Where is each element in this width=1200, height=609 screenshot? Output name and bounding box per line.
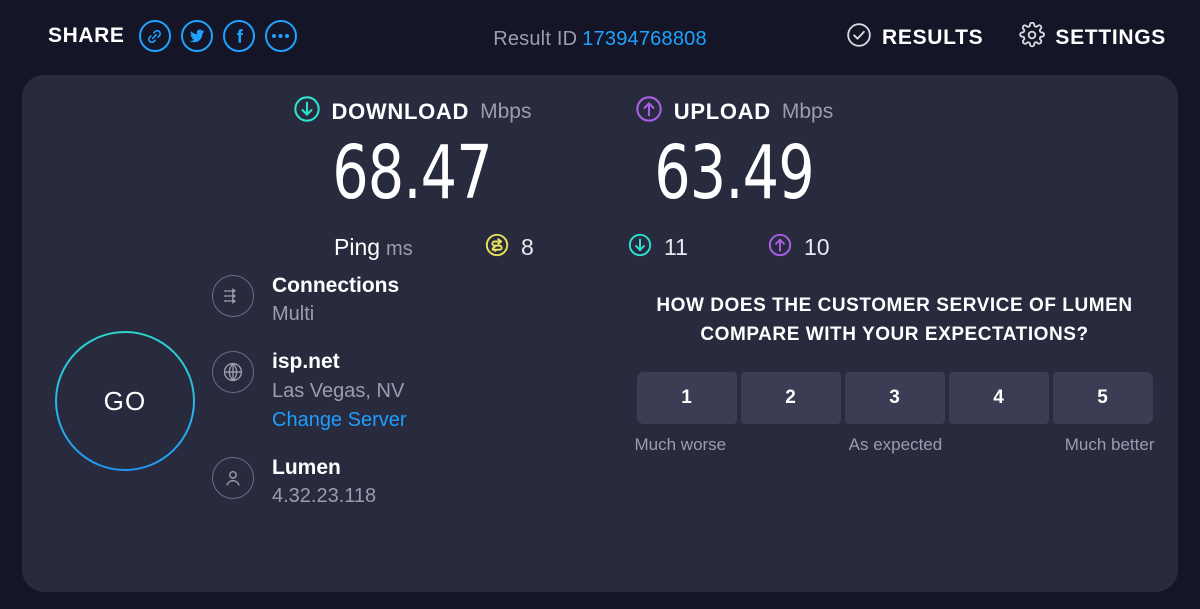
top-right-nav: RESULTS SETTINGS	[846, 21, 1166, 53]
client-text: Lumen 4.32.23.118	[272, 455, 376, 510]
multi-connection-icon	[212, 275, 254, 317]
connections-title: Connections	[272, 274, 400, 297]
person-icon	[212, 456, 254, 499]
results-button[interactable]: RESULTS	[846, 22, 983, 53]
ping-idle-value: 8	[521, 234, 534, 260]
download-unit: Mbps	[480, 99, 532, 123]
upload-label: UPLOAD	[673, 98, 771, 124]
download-arrow-icon	[627, 232, 653, 263]
connections-row: Connections Multi	[212, 273, 512, 328]
ping-upload-value: 10	[804, 234, 830, 260]
rating-option-2[interactable]: 2	[740, 371, 841, 424]
ping-label-group: Ping ms	[334, 234, 413, 261]
gear-icon	[1019, 21, 1046, 53]
server-host: isp.net	[272, 350, 340, 374]
change-server-link[interactable]: Change Server	[272, 407, 407, 434]
download-value: 68.47	[332, 130, 492, 216]
rating-legend-high: Much better	[1064, 434, 1155, 454]
upload-unit: Mbps	[781, 99, 834, 123]
rating-option-4[interactable]: 4	[948, 371, 1049, 424]
rating-option-1[interactable]: 1	[636, 371, 737, 424]
ping-unit: ms	[386, 238, 413, 260]
upload-arrow-icon	[767, 232, 793, 263]
go-button-label: GO	[103, 385, 147, 416]
ping-idle: 8	[484, 232, 534, 263]
ping-row: Ping ms 8 11 10	[22, 230, 1178, 270]
survey: HOW DOES THE CUSTOMER SERVICE OF LUMEN C…	[622, 291, 1167, 455]
settings-button[interactable]: SETTINGS	[1019, 21, 1166, 53]
result-card: DOWNLOAD Mbps 68.47 UPLOAD Mbps 63.49 Pi…	[22, 75, 1178, 592]
download-result: DOWNLOAD Mbps 68.47	[293, 95, 531, 216]
survey-question: HOW DOES THE CUSTOMER SERVICE OF LUMEN C…	[656, 295, 1133, 346]
rating-legend-mid: As expected	[848, 434, 943, 454]
upload-result: UPLOAD Mbps 63.49	[619, 95, 849, 210]
survey-rating-scale: 1 2 3 4 5	[622, 371, 1167, 424]
upload-header: UPLOAD Mbps	[619, 95, 849, 128]
server-row: isp.net Las Vegas, NV Change Server	[212, 349, 512, 433]
top-bar: SHARE Result ID 17394768808 RESULTS SETT…	[0, 0, 1200, 74]
check-circle-icon	[846, 22, 872, 53]
ping-upload: 10	[767, 232, 830, 263]
globe-icon	[212, 351, 254, 394]
server-text: isp.net Las Vegas, NV Change Server	[272, 349, 407, 433]
connections-text: Connections Multi	[272, 273, 399, 328]
upload-value: 63.49	[654, 130, 814, 216]
rating-legend: Much worse As expected Much better	[635, 435, 1155, 455]
rating-option-5[interactable]: 5	[1052, 371, 1153, 424]
connections-value: Multi	[272, 303, 315, 326]
download-label: DOWNLOAD	[331, 98, 470, 124]
rating-legend-low: Much worse	[634, 434, 727, 454]
download-arrow-icon	[293, 95, 321, 128]
settings-label: SETTINGS	[1055, 25, 1166, 49]
upload-arrow-icon	[635, 95, 663, 128]
client-row: Lumen 4.32.23.118	[212, 455, 512, 510]
results-label: RESULTS	[882, 25, 984, 49]
rating-option-3[interactable]: 3	[844, 371, 945, 424]
result-id-value[interactable]: 17394768808	[582, 28, 707, 50]
server-location: Las Vegas, NV	[272, 379, 405, 402]
ping-download: 11	[627, 232, 688, 263]
client-isp: Lumen	[272, 455, 341, 479]
idle-latency-icon	[484, 232, 510, 263]
client-ip: 4.32.23.118	[272, 484, 377, 507]
download-header: DOWNLOAD Mbps	[293, 95, 531, 128]
ping-label: Ping	[334, 234, 381, 260]
connection-info: Connections Multi isp.net Las Vegas, NV …	[212, 273, 512, 531]
ping-download-value: 11	[664, 234, 688, 260]
go-button[interactable]: GO	[55, 331, 195, 471]
result-id-label: Result ID	[493, 28, 578, 50]
